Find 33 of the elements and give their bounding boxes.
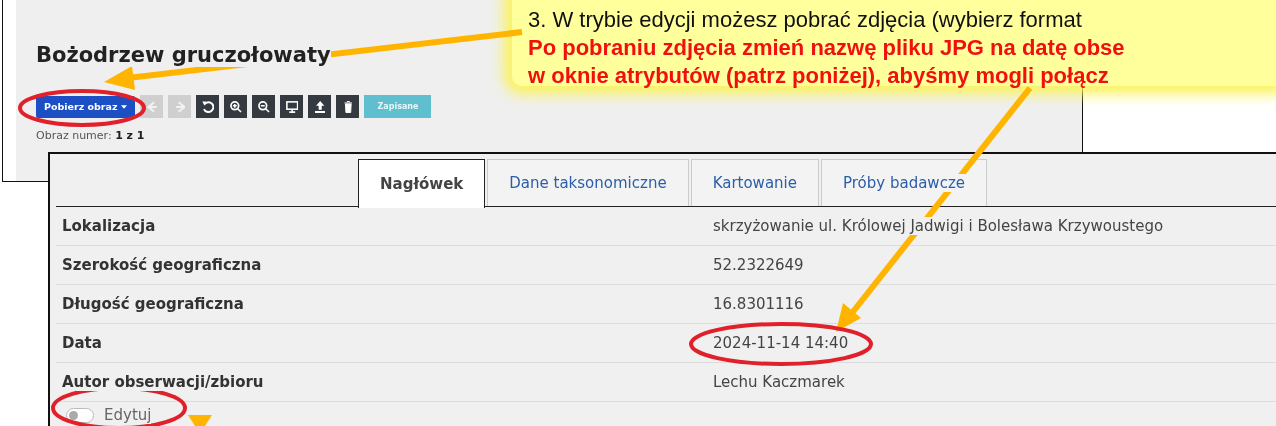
rotate-icon [201,100,214,113]
callout-text: 3. W trybie edycji możesz pobrać zdjęcia (wybierz format [528,7,1082,32]
download-button[interactable]: Pobierz obraz [36,95,136,118]
trash-icon [343,100,353,113]
toolbar-button[interactable] [336,95,360,118]
tab[interactable]: Nagłówek [358,159,486,208]
field-label: Lokalizacja [62,217,156,235]
toolbar-button[interactable] [308,95,332,118]
left-arrow-icon [146,100,158,113]
callout-text: w oknie atrybutów (patrz poniżej), abyśmy mogli połącz [528,63,1109,88]
monitor-icon [285,100,299,113]
tab[interactable]: Kartowanie [690,159,819,206]
tab[interactable]: Dane taksonomiczne [487,159,689,206]
field-label: Długość geograficzna [62,295,244,313]
toolbar-button[interactable] [196,95,220,118]
field-label: Szerokość geograficzna [62,256,262,274]
toggle-switch[interactable] [66,407,94,423]
toolbar-button[interactable] [224,95,248,118]
toolbar-button[interactable] [280,95,304,118]
upload-icon [314,100,326,113]
tab[interactable]: Próby badawcze [821,159,987,206]
field-value: skrzyżowanie ul. Królowej Jadwigi i Bolesława Krzywoustego [713,217,1164,235]
arrow [188,415,212,426]
callout-text: Po pobraniu zdjęcia zmień nazwę pliku JPG na datę obse [528,35,1125,60]
image-counter: Obraz numer: 1 z 1 [36,129,145,142]
page-title: Bożodrzew gruczołowaty [36,43,331,67]
caret-icon [121,104,128,109]
toggle-label: Edytuj [104,406,152,424]
toolbar-button[interactable] [252,95,276,118]
field-label: Autor obserwacji/zbioru [62,373,264,391]
right-arrow-icon [174,100,186,113]
zoom-in-icon [229,100,242,113]
zoom-out-icon [257,100,270,113]
